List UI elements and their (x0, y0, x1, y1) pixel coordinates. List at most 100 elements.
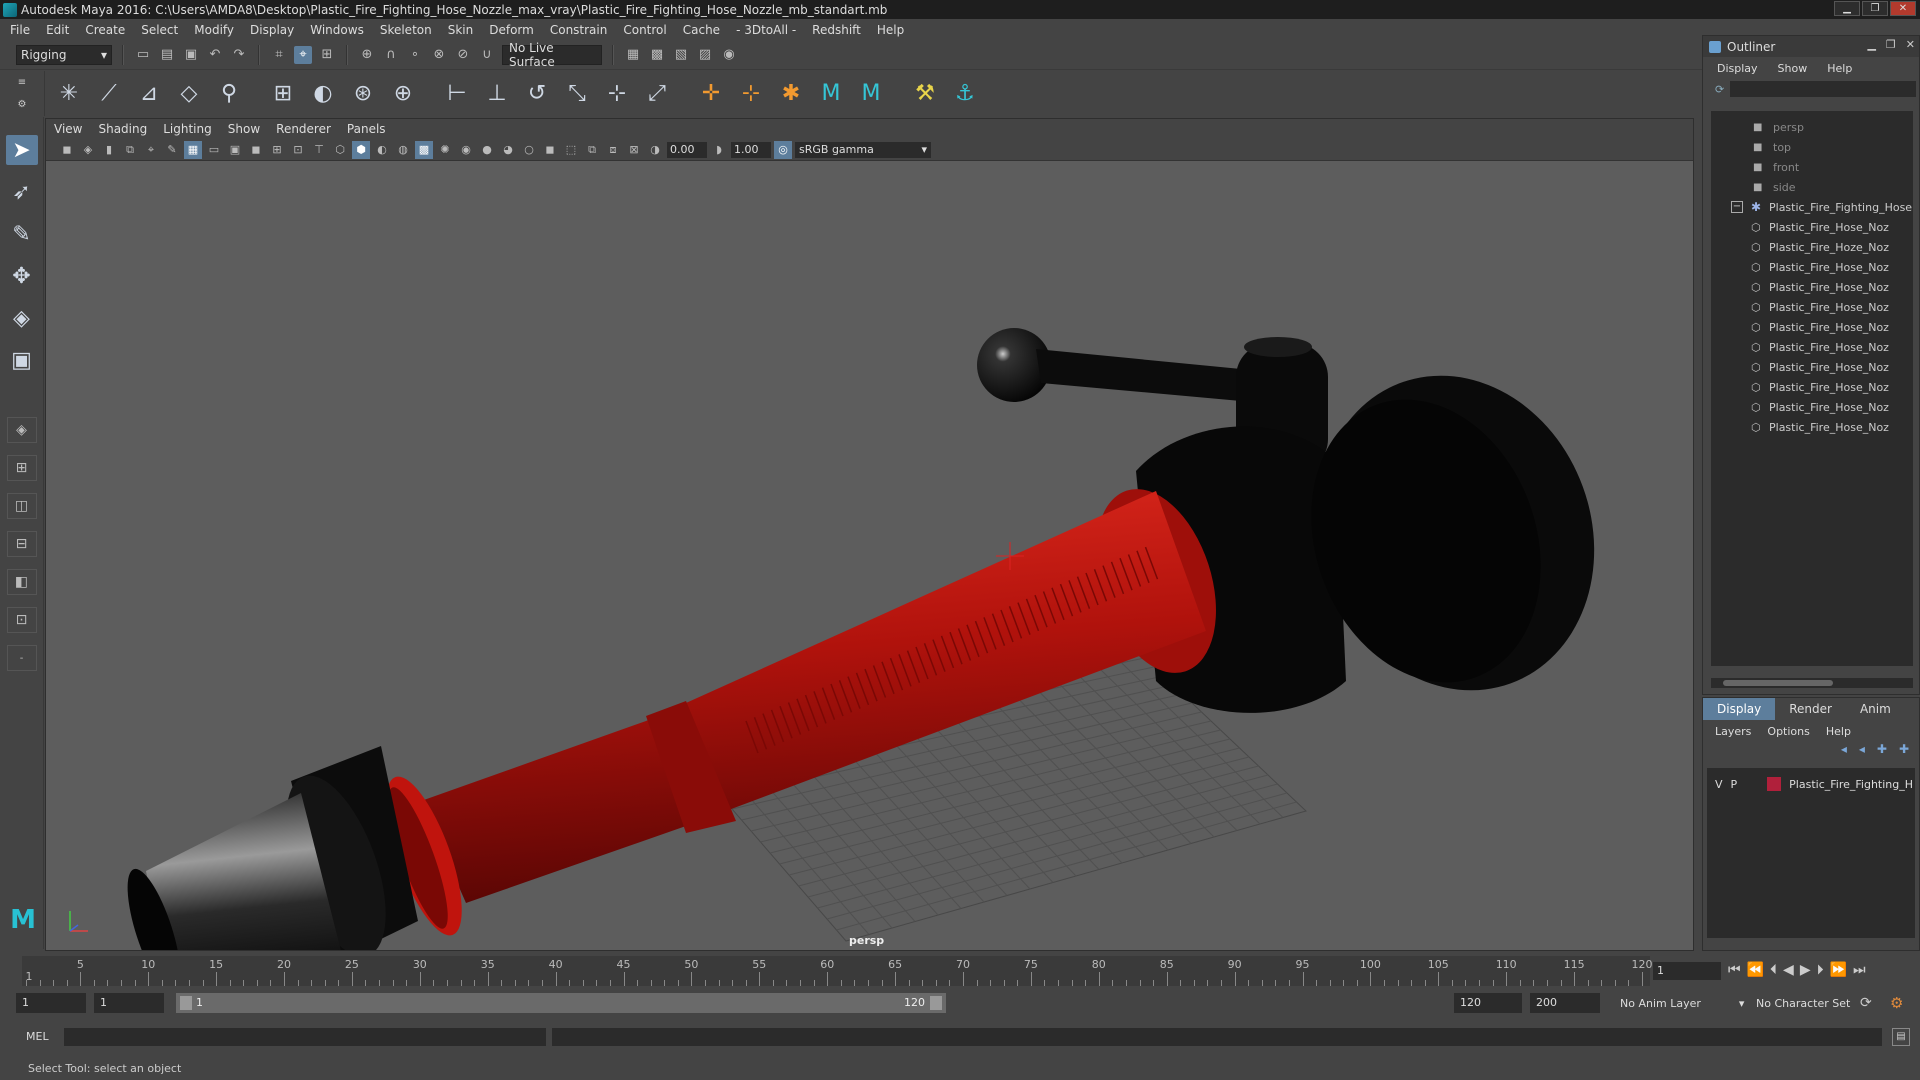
playback-end-field[interactable]: 120 (1454, 993, 1522, 1013)
menu-windows[interactable]: Windows (310, 23, 364, 37)
play-backward-icon[interactable]: ◀ (1783, 962, 1794, 978)
outliner-item-group[interactable]: − ✱ Plastic_Fire_Fighting_Hose (1711, 197, 1913, 217)
xray-joints-icon[interactable]: ⊠ (625, 141, 643, 159)
outliner-item-persp[interactable]: ■ persp (1711, 117, 1913, 137)
restore-icon[interactable]: ❐ (1886, 38, 1896, 51)
playback-toggle[interactable]: P (1731, 778, 1738, 791)
menu-deform[interactable]: Deform (489, 23, 534, 37)
tab-display[interactable]: Display (1703, 698, 1776, 720)
film-gate-icon[interactable]: ▭ (205, 141, 223, 159)
grid-toggle-icon[interactable]: ▦ (184, 140, 202, 159)
outliner-item-top[interactable]: ■ top (1711, 137, 1913, 157)
tab-anim[interactable]: Anim (1846, 698, 1905, 720)
outliner-item-front[interactable]: ■ front (1711, 157, 1913, 177)
outliner-list[interactable]: ■ persp ■ top ■ front ■ side − ✱ Plastic_Fire_… (1711, 111, 1913, 666)
depth-of-field-icon[interactable]: ◼ (541, 141, 559, 159)
gamma-field[interactable]: 1.00 (731, 141, 771, 158)
outliner-item-mesh[interactable]: ⬡ Plastic_Fire_Hose_Noz (1711, 377, 1913, 397)
new-layer-selected-icon[interactable]: ✚ (1899, 742, 1909, 764)
cluster-icon[interactable]: ⊕ (387, 78, 419, 110)
2d-pan-zoom-icon[interactable]: ⌖ (142, 141, 160, 159)
orient-constraint-icon[interactable]: ↺ (521, 78, 553, 110)
select-object-icon[interactable]: ⌖ (294, 45, 312, 64)
smooth-bind-icon[interactable]: ◐ (307, 78, 339, 110)
layer-menu-help[interactable]: Help (1826, 725, 1851, 738)
gate-mask-icon[interactable]: ◼ (247, 141, 265, 159)
exposure-field[interactable]: 0.00 (667, 141, 707, 158)
snap-curve-icon[interactable]: ∩ (382, 46, 400, 64)
menu-file[interactable]: File (10, 23, 30, 37)
go-to-start-icon[interactable]: ⏮ (1728, 962, 1741, 978)
undo-icon[interactable]: ↶ (206, 46, 224, 64)
end-time-field[interactable]: 200 (1530, 993, 1600, 1013)
maya-m2-icon[interactable]: M (855, 78, 887, 110)
outliner-menu-show[interactable]: Show (1778, 62, 1808, 75)
magnet-icon[interactable]: ∪ (478, 46, 496, 64)
ipr-render-icon[interactable]: ▧ (672, 46, 690, 64)
move-tool-icon[interactable]: ✥ (6, 261, 38, 291)
menu-edit[interactable]: Edit (46, 23, 69, 37)
close-icon[interactable]: ✕ (1890, 1, 1916, 16)
outliner-item-mesh[interactable]: ⬡ Plastic_Fire_Hose_Noz (1711, 257, 1913, 277)
tab-render[interactable]: Render (1775, 698, 1846, 720)
menu-redshift[interactable]: Redshift (812, 23, 861, 37)
quick-rig-icon[interactable]: ⚲ (213, 78, 245, 110)
paint-select-icon[interactable]: ✎ (6, 219, 38, 249)
isolate-select-icon[interactable]: ⬚ (562, 141, 580, 159)
visibility-toggle[interactable]: V (1715, 778, 1723, 791)
safe-action-icon[interactable]: ⊡ (289, 141, 307, 159)
range-end-handle[interactable] (930, 996, 942, 1010)
snap-point-icon[interactable]: ∘ (406, 46, 424, 64)
scale-constraint-icon[interactable]: ⤡ (561, 78, 593, 110)
open-scene-icon[interactable]: ▤ (158, 46, 176, 64)
save-scene-icon[interactable]: ▣ (182, 46, 200, 64)
minimize-icon[interactable]: ▁ (1834, 1, 1860, 16)
motion-blur-icon[interactable]: ◕ (499, 141, 517, 159)
menuset-dropdown[interactable]: Rigging ▾ (16, 44, 112, 65)
outliner-menu-help[interactable]: Help (1827, 62, 1852, 75)
playback-start-field[interactable]: 1 (94, 993, 164, 1013)
default-material-icon[interactable]: ◍ (394, 141, 412, 159)
bookmark-icon[interactable]: ▮ (100, 141, 118, 159)
layer-menu-layers[interactable]: Layers (1715, 725, 1751, 738)
outliner-item-mesh[interactable]: ⬡ Plastic_Fire_Hoze_Noz (1711, 237, 1913, 257)
step-back-frame-icon[interactable]: ⏴ (1770, 962, 1777, 978)
restore-icon[interactable]: ❐ (1862, 1, 1888, 16)
outliner-item-mesh[interactable]: ⬡ Plastic_Fire_Hose_Noz (1711, 337, 1913, 357)
menu-skeleton[interactable]: Skeleton (380, 23, 432, 37)
script-editor-icon[interactable]: ▤ (1892, 1028, 1910, 1046)
shelf-menu-icon[interactable]: ≡ (18, 77, 26, 88)
snap-surface-icon[interactable]: ⊘ (454, 46, 472, 64)
command-language-label[interactable]: MEL (26, 1030, 49, 1043)
shelf-options-icon[interactable]: ⚙ (18, 99, 27, 110)
outliner-hscrollbar[interactable] (1711, 678, 1913, 688)
shadows-icon[interactable]: ◉ (457, 141, 475, 159)
joint-tool-icon[interactable]: ✳ (53, 78, 85, 110)
menu-select[interactable]: Select (141, 23, 178, 37)
layer-menu-options[interactable]: Options (1767, 725, 1809, 738)
select-hierarchy-icon[interactable]: ⌗ (270, 46, 288, 64)
anti-aliasing-icon[interactable]: ○ (520, 141, 538, 159)
layer-list[interactable]: V P Plastic_Fire_Fighting_H (1707, 768, 1915, 938)
point-constraint-icon[interactable]: ⊥ (481, 78, 513, 110)
xray-active-icon[interactable]: ⧈ (604, 141, 622, 159)
use-all-lights-icon[interactable]: ✺ (436, 141, 454, 159)
step-forward-frame-icon[interactable]: ⏵ (1817, 962, 1824, 978)
refresh-icon[interactable]: ⟳ (1715, 83, 1724, 96)
command-input[interactable] (64, 1028, 546, 1046)
select-tool-icon[interactable]: ➤ (5, 135, 38, 165)
panel-menu-show[interactable]: Show (228, 122, 260, 136)
time-slider-bar[interactable]: 1 5 10 15 20 25 30 35 40 45 50 55 60 65 70 75 80 85 90 95 1… (22, 956, 1653, 986)
menu-cache[interactable]: Cache (683, 23, 720, 37)
resolution-gate-icon[interactable]: ▣ (226, 141, 244, 159)
gamma-icon[interactable]: ◗ (710, 141, 728, 159)
layer-row[interactable]: V P Plastic_Fire_Fighting_H (1707, 774, 1915, 794)
textured-icon[interactable]: ▩ (415, 140, 433, 159)
sculpt-icon[interactable]: ⚓ (949, 78, 981, 110)
menu-create[interactable]: Create (85, 23, 125, 37)
step-back-key-icon[interactable]: ⏪ (1747, 962, 1764, 978)
menu-skin[interactable]: Skin (448, 23, 474, 37)
current-frame-field[interactable]: 1 (1653, 962, 1721, 980)
skin-weights-icon[interactable]: ✱ (775, 78, 807, 110)
snap-grid-icon[interactable]: ⊕ (358, 46, 376, 64)
